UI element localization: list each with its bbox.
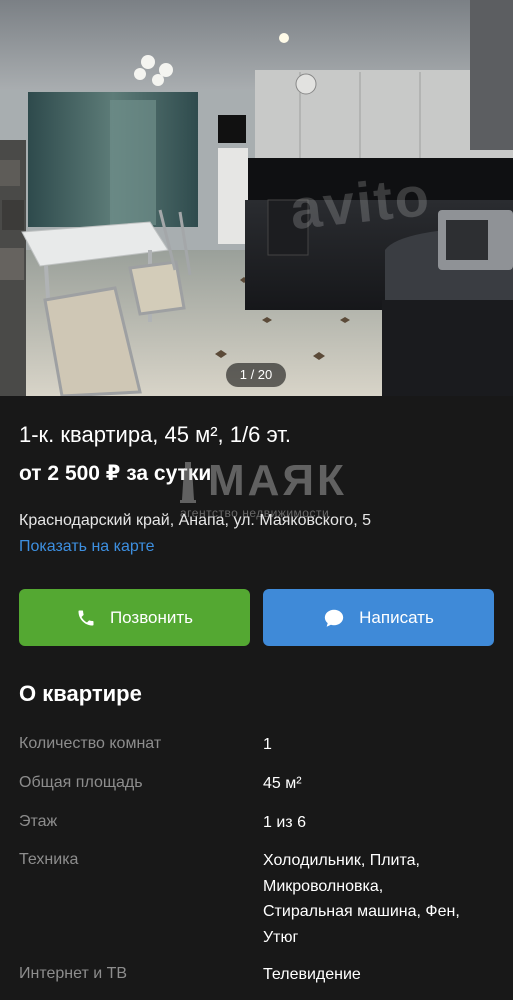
listing-page: avito 1 / 20 1-к. квартира, 45 м², 1/6 э… [0, 0, 513, 1000]
spec-value: 1 из 6 [263, 810, 503, 836]
spec-label: Общая площадь [19, 774, 143, 791]
listing-price: от 2 500 ₽ за сутки [19, 462, 212, 485]
spec-label: Количество комнат [19, 735, 162, 752]
spec-value-line: Микроволновка, [263, 877, 384, 895]
call-button-label: Позвонить [109, 607, 194, 627]
spec-value-line: Холодильник, Плита, [263, 852, 420, 869]
write-button-label: Написать [359, 607, 434, 627]
listing-title: 1-к. квартира, 45 м², 1/6 эт. [19, 422, 291, 447]
show-on-map-link[interactable]: Показать на карте [19, 538, 154, 556]
spec-value: 1 [263, 732, 503, 758]
apartment-photo-image [0, 0, 513, 396]
spec-value-line: Стиральная машина, Фен, [263, 903, 460, 920]
spec-value: 45 м² [263, 771, 503, 797]
spec-value: Телевидение [263, 962, 503, 988]
write-message-button[interactable]: Написать [263, 589, 494, 646]
spec-value-line: 1 [263, 736, 272, 753]
spec-value-line: Телевидение [263, 966, 361, 983]
spec-value-line: 1 из 6 [263, 814, 306, 831]
photo-counter: 1 / 20 [226, 363, 286, 387]
listing-address: Краснодарский край, Анапа, ул. Маяковско… [19, 512, 372, 529]
about-apartment-heading: О квартире [19, 681, 142, 706]
spec-label: Этаж [19, 813, 58, 830]
phone-icon [78, 610, 94, 625]
spec-value-line: Утюг [263, 928, 299, 946]
spec-value: Холодильник, Плита, Микроволновка, Стира… [263, 848, 503, 950]
spec-label: Интернет и ТВ [19, 965, 128, 982]
call-button[interactable]: Позвонить [19, 589, 250, 646]
chat-bubble-icon [324, 609, 344, 627]
listing-photo[interactable]: avito 1 / 20 [0, 0, 513, 396]
agency-name: МАЯК [208, 456, 347, 505]
spec-label: Техника [19, 851, 79, 868]
spec-value-line: 45 м² [263, 775, 302, 792]
